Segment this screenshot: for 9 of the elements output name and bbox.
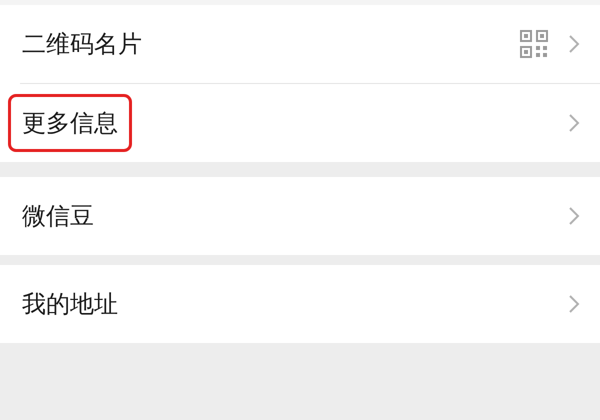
chevron-icon xyxy=(568,113,580,133)
row-label: 微信豆 xyxy=(22,201,94,232)
row-label: 更多信息 xyxy=(8,94,132,152)
row-label: 二维码名片 xyxy=(22,29,142,60)
chevron-icon xyxy=(568,34,580,54)
qr-code-icon xyxy=(520,30,548,58)
chevron-icon xyxy=(568,294,580,314)
row-label: 我的地址 xyxy=(22,289,118,320)
chevron-icon xyxy=(568,206,580,226)
